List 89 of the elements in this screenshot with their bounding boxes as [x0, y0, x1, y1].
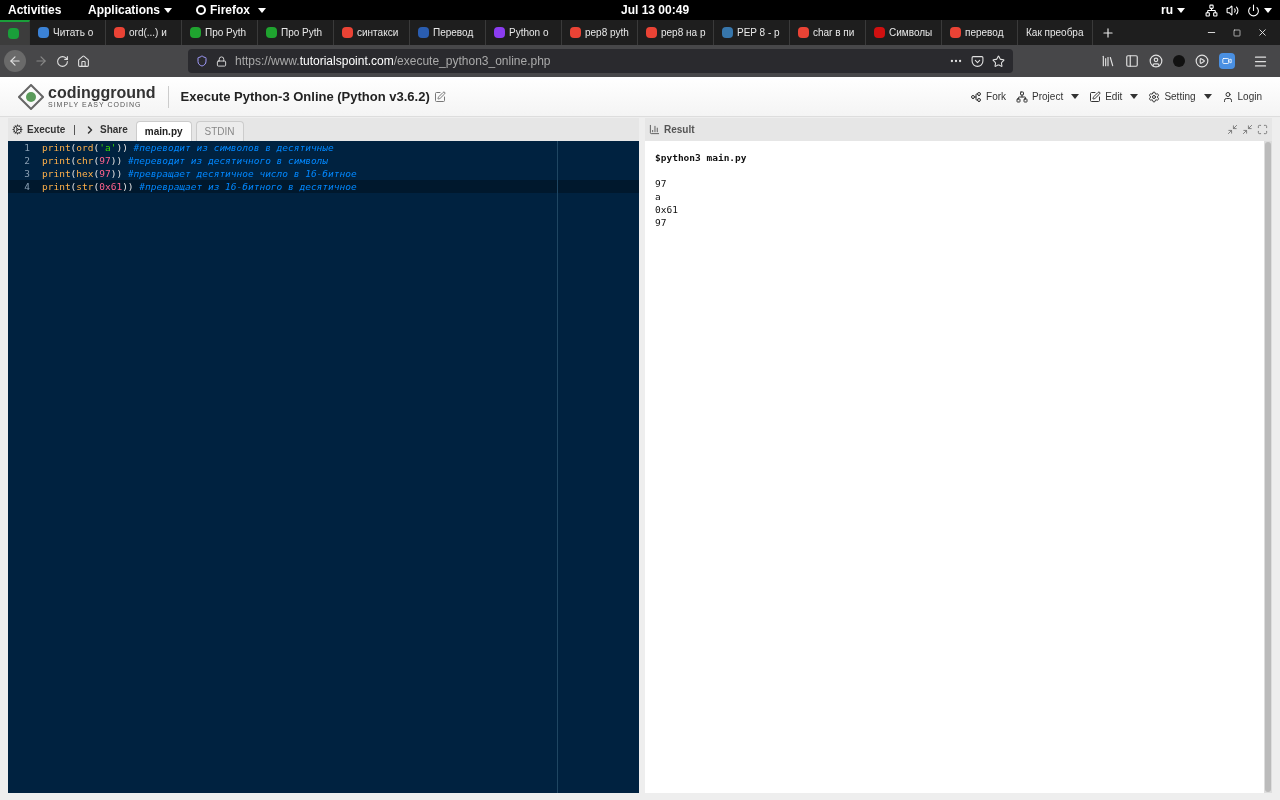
network-icon[interactable]	[1205, 3, 1218, 17]
caret-icon	[1071, 94, 1080, 99]
logo-icon	[18, 83, 44, 110]
header-menu-item[interactable]: Setting	[1148, 89, 1212, 104]
tab-title: Про Pyth	[281, 26, 323, 40]
tab-title: Перевод	[433, 26, 474, 40]
sidebar-icon[interactable]	[1125, 54, 1139, 68]
video-icon[interactable]	[1219, 53, 1235, 69]
maximize-icon[interactable]	[1233, 28, 1241, 37]
close-icon[interactable]	[1257, 27, 1268, 38]
settings-icon	[1148, 90, 1161, 103]
output-line: 97	[655, 177, 668, 190]
chart-icon	[649, 124, 660, 135]
new-tab-icon[interactable]	[1100, 25, 1115, 40]
caret-icon	[1130, 94, 1139, 99]
output-line: 0x61	[655, 203, 679, 216]
line-number: 2	[23, 154, 31, 167]
account-icon[interactable]	[1149, 54, 1163, 68]
code-line: print(chr(97)) #переводит из десятичного в символы	[42, 154, 329, 167]
caret-icon	[1177, 7, 1185, 13]
code-line: print(ord('a')) #переводит из символов в десятичные	[42, 141, 334, 154]
caret-icon	[258, 7, 266, 13]
code-line: print(hex(97)) #превращает десятичное число в 16-битное	[42, 167, 357, 180]
caret-icon	[164, 7, 172, 13]
menu-icon[interactable]	[1253, 53, 1268, 69]
collapse-icon[interactable]	[1227, 124, 1238, 135]
caret-icon	[1264, 7, 1272, 13]
tab-title: PEP 8 - p	[737, 26, 780, 40]
play-icon[interactable]	[1195, 54, 1209, 68]
shield-icon	[196, 55, 208, 67]
lock-icon	[216, 55, 227, 67]
tab-title: Символы	[889, 26, 933, 40]
output-line: a	[655, 190, 662, 203]
language-menu[interactable]: ru	[1161, 1, 1185, 19]
hierarchy-icon	[1016, 90, 1029, 103]
result-title: Result	[664, 123, 695, 137]
forward-icon[interactable]	[34, 54, 48, 68]
tab-title: Python о	[509, 26, 549, 40]
tab-title: pep8 pyth	[585, 26, 629, 40]
file-tab[interactable]: main.py	[135, 121, 192, 141]
bookmark-icon[interactable]	[992, 54, 1005, 68]
caret-icon	[1203, 94, 1212, 99]
tab-title: перевод	[965, 26, 1004, 40]
clock[interactable]: Jul 13 00:49	[621, 1, 690, 19]
edit-icon	[1089, 90, 1102, 103]
browser-tab[interactable]	[0, 20, 30, 45]
header-menu-item[interactable]: Login	[1221, 89, 1262, 104]
line-number: 4	[23, 180, 31, 193]
library-icon[interactable]	[1101, 54, 1115, 68]
tab-title: ord(...) и	[129, 26, 167, 40]
share-button[interactable]: Share	[83, 122, 128, 137]
line-number: 1	[23, 141, 31, 154]
tab-title: Про Pyth	[205, 26, 247, 40]
page-title: Execute Python-3 Online (Python v3.6.2)	[180, 87, 430, 106]
tab-title: синтакси	[357, 26, 399, 40]
logo-name: codingground	[48, 85, 156, 101]
applications-menu[interactable]: Applications	[88, 1, 192, 19]
tab-title: Читать о	[53, 26, 94, 40]
address-bar[interactable]: https://www.tutorialspoint.com/execute_python3_online.php	[188, 49, 1013, 73]
tab-title: pep8 на р	[661, 26, 706, 40]
tab-title: Как преобра	[1026, 26, 1084, 40]
power-icon[interactable]	[1247, 3, 1260, 17]
user-icon	[1221, 90, 1234, 103]
pocket-icon[interactable]	[971, 54, 984, 68]
activities-button[interactable]: Activities	[8, 1, 80, 19]
reload-icon[interactable]	[56, 54, 69, 68]
output-line: 97	[655, 216, 668, 229]
fork-icon	[970, 90, 983, 103]
code-line: print(str(0x61)) #превращает из 16-битного в десятичное	[42, 180, 357, 193]
back-arrow-icon	[8, 54, 22, 68]
home-icon[interactable]	[77, 54, 90, 68]
header-menu-item[interactable]: Edit	[1089, 89, 1139, 104]
fullscreen-icon[interactable]	[1257, 124, 1268, 135]
scrollbar[interactable]	[1264, 141, 1272, 793]
command-text: $python3 main.py	[655, 151, 748, 164]
line-number: 3	[23, 167, 31, 180]
firefox-icon	[196, 5, 206, 15]
app-menu[interactable]: Firefox	[192, 1, 266, 19]
separator: |	[73, 123, 76, 137]
header-menu-item[interactable]: Fork	[970, 89, 1007, 104]
header-menu-item[interactable]: Project	[1016, 89, 1080, 104]
execute-button[interactable]: Execute	[12, 122, 66, 137]
url-text: https://www.tutorialspoint.com/execute_python3_online.php	[235, 53, 551, 70]
edit-title-icon[interactable]	[433, 90, 446, 103]
gears-icon	[12, 124, 23, 135]
restore-icon[interactable]	[1242, 124, 1253, 135]
volume-icon[interactable]	[1226, 3, 1239, 17]
back-button[interactable]	[4, 50, 26, 72]
tab-title: char в пи	[813, 26, 855, 40]
